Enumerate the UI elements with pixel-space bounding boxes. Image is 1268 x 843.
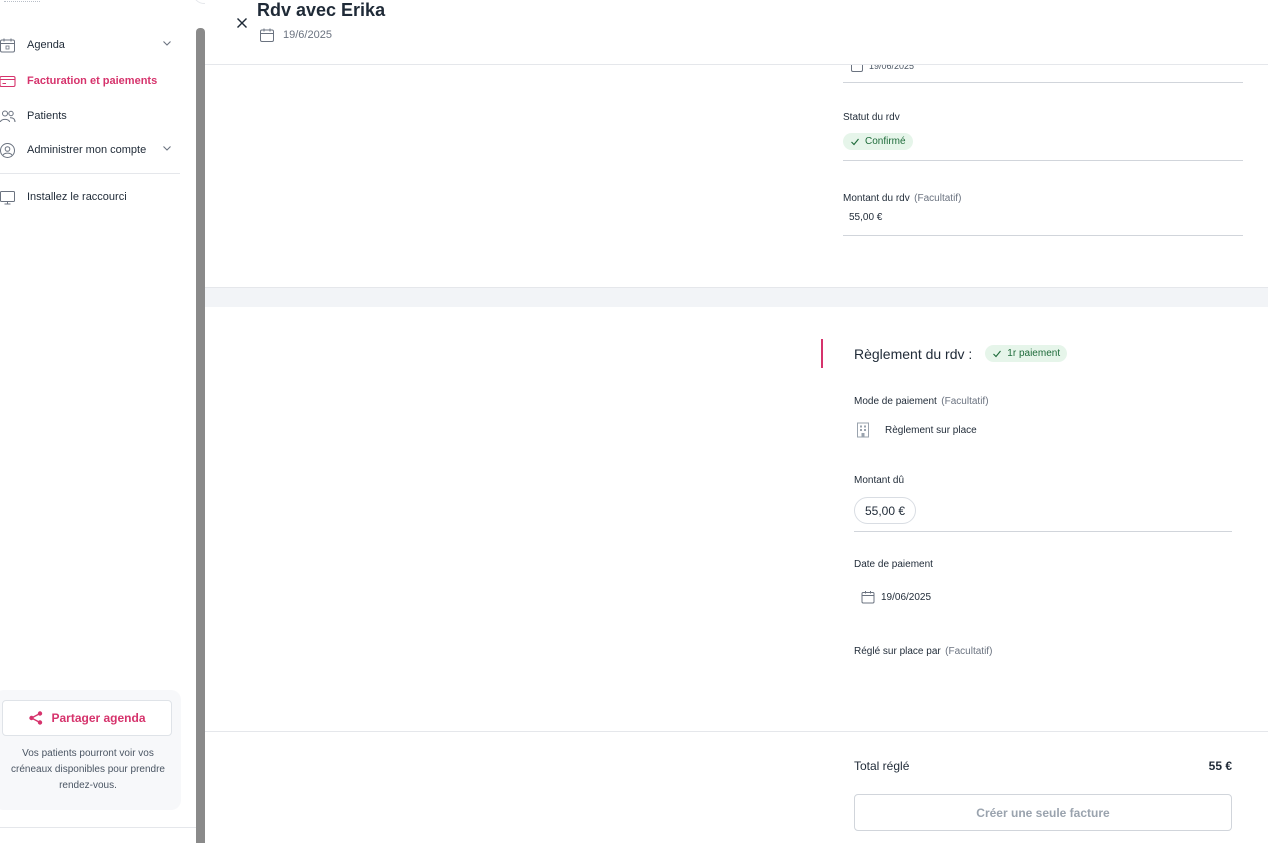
building-icon bbox=[857, 422, 869, 438]
sidebar-item-patients[interactable]: Patients bbox=[0, 104, 180, 128]
sidebar-item-billing[interactable]: Facturation et paiements bbox=[0, 69, 180, 93]
sidebar-item-label: Installez le raccourci bbox=[27, 191, 127, 203]
payment-mode-optional: (Facultatif) bbox=[941, 396, 989, 407]
status-value: Confirmé bbox=[865, 136, 906, 147]
field-underline bbox=[843, 160, 1243, 161]
amount-due-input[interactable]: 55,00 € bbox=[854, 497, 917, 524]
create-invoice-label: Créer une seule facture bbox=[976, 805, 1110, 820]
section-separator bbox=[205, 287, 1268, 307]
monitor-icon bbox=[0, 188, 16, 206]
credit-card-icon bbox=[0, 72, 16, 90]
amount-due-label: Montant dû bbox=[854, 475, 905, 486]
share-agenda-description: Vos patients pourront voir vos créneaux … bbox=[11, 748, 165, 791]
payment-mode-select[interactable]: Règlement sur place bbox=[856, 422, 977, 438]
payment-date-value: 19/06/2025 bbox=[881, 591, 932, 603]
paid-by-field[interactable]: Réglé sur place par (Facultatif) bbox=[854, 641, 992, 659]
amount-due-value: 55,00 € bbox=[854, 497, 917, 524]
appointment-panel: 19/06/2025 Rdv avec Erika 19/6/2025 Stat… bbox=[205, 0, 1268, 843]
payment-date-input[interactable]: 19/06/2025 bbox=[861, 590, 931, 604]
payment-section-title: Règlement du rdv : 1r paiement bbox=[854, 345, 1068, 362]
total-value: 55 € bbox=[1208, 759, 1232, 773]
sidebar-item-account[interactable]: Administrer mon compte bbox=[0, 138, 180, 162]
status-field: Statut du rdv bbox=[843, 112, 900, 123]
status-label: Statut du rdv bbox=[843, 112, 900, 123]
check-icon bbox=[851, 138, 859, 145]
sidebar-divider bbox=[0, 173, 180, 174]
appointment-date-text: 19/6/2025 bbox=[283, 29, 332, 41]
share-agenda-button[interactable]: Partager agenda bbox=[2, 700, 172, 736]
sidebar-item-label: Administrer mon compte bbox=[27, 144, 147, 156]
chevron-down-icon bbox=[162, 143, 172, 156]
total-label: Total réglé bbox=[854, 759, 910, 773]
sidebar-divider bbox=[0, 827, 196, 828]
sidebar-item-label: Facturation et paiements bbox=[27, 75, 158, 87]
calendar-icon bbox=[260, 28, 274, 42]
payment-mode-label: Mode de paiement bbox=[854, 396, 937, 407]
user-circle-icon bbox=[0, 141, 16, 159]
header: Rdv avec Erika 19/6/2025 bbox=[205, 0, 1268, 65]
field-underline bbox=[843, 235, 1243, 236]
check-icon bbox=[993, 350, 1002, 357]
page-title: Rdv avec Erika bbox=[257, 0, 386, 20]
payment-count-badge: 1r paiement bbox=[985, 345, 1068, 362]
section-accent bbox=[821, 339, 823, 368]
calendar-icon bbox=[861, 591, 875, 604]
close-button[interactable] bbox=[235, 16, 249, 30]
footer-divider bbox=[205, 731, 1268, 732]
sidebar: Agenda Facturation et paiements Patients… bbox=[0, 0, 196, 843]
share-icon bbox=[29, 711, 43, 725]
sidebar-item-shortcut[interactable]: Installez le raccourci bbox=[0, 185, 180, 209]
sidebar-item-agenda[interactable]: Agenda bbox=[0, 33, 180, 57]
create-invoice-button[interactable]: Créer une seule facture bbox=[854, 794, 1232, 831]
sidebar-item-label: Agenda bbox=[27, 39, 65, 51]
calendar-icon bbox=[0, 36, 16, 54]
logo-fragment bbox=[4, 0, 40, 2]
field-underline bbox=[843, 82, 1243, 83]
amount-input[interactable]: 55,00 € bbox=[849, 212, 882, 223]
status-badge-confirmed: Confirmé bbox=[843, 133, 913, 150]
users-icon bbox=[0, 107, 16, 125]
payment-mode-field: Mode de paiement (Facultatif) bbox=[854, 391, 989, 409]
amount-due-field: Montant dû bbox=[854, 475, 904, 486]
amount-field: Montant du rdv (Facultatif) bbox=[843, 188, 961, 206]
chevron-down-icon bbox=[162, 38, 172, 51]
close-icon bbox=[237, 18, 247, 28]
payment-mode-value: Règlement sur place bbox=[885, 424, 977, 436]
field-underline bbox=[854, 531, 1232, 532]
payment-date-label: Date de paiement bbox=[854, 559, 933, 570]
paid-by-label: Réglé sur place par bbox=[854, 646, 941, 657]
amount-optional: (Facultatif) bbox=[914, 193, 962, 204]
sidebar-item-label: Patients bbox=[27, 110, 67, 122]
appointment-date: 19/6/2025 bbox=[259, 27, 332, 43]
payment-date-field: Date de paiement bbox=[854, 559, 933, 570]
share-agenda-card: Partager agenda Vos patients pourront vo… bbox=[0, 690, 181, 810]
paid-by-optional: (Facultatif) bbox=[945, 646, 993, 657]
status-badge[interactable]: Confirmé bbox=[843, 133, 913, 152]
amount-label: Montant du rdv bbox=[843, 193, 910, 204]
sidebar-scrollbar[interactable] bbox=[196, 28, 205, 843]
payment-badge-text: 1r paiement bbox=[1007, 348, 1061, 359]
payment-title: Règlement du rdv : bbox=[854, 345, 973, 362]
share-agenda-label: Partager agenda bbox=[51, 711, 146, 725]
